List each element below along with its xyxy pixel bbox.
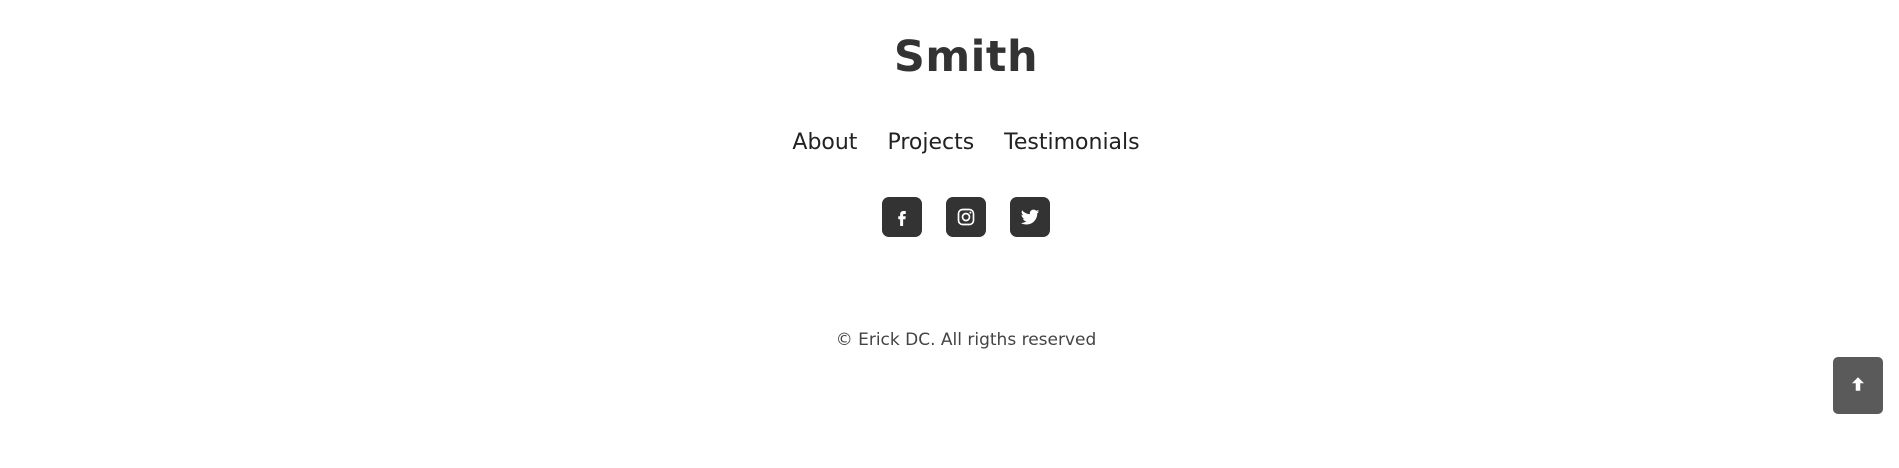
twitter-button[interactable] [1010,197,1050,237]
copyright-text: © Erick DC. All rigths reserved [835,330,1097,350]
twitter-icon [1019,206,1041,228]
nav-link-projects[interactable]: Projects [887,128,974,158]
scroll-to-top-button[interactable] [1833,357,1883,414]
facebook-button[interactable] [882,197,922,237]
social-links [0,197,1899,237]
instagram-icon [956,207,976,227]
nav-link-testimonials[interactable]: Testimonials [1004,128,1139,158]
facebook-icon [893,208,911,226]
site-footer: Smith About Projects Testimonials © Eric… [0,0,1899,468]
instagram-button[interactable] [946,197,986,237]
brand-name[interactable]: Smith [0,26,1899,88]
footer-nav: About Projects Testimonials [0,128,1899,158]
arrow-up-icon [1849,375,1867,397]
nav-link-about[interactable]: About [792,128,857,158]
